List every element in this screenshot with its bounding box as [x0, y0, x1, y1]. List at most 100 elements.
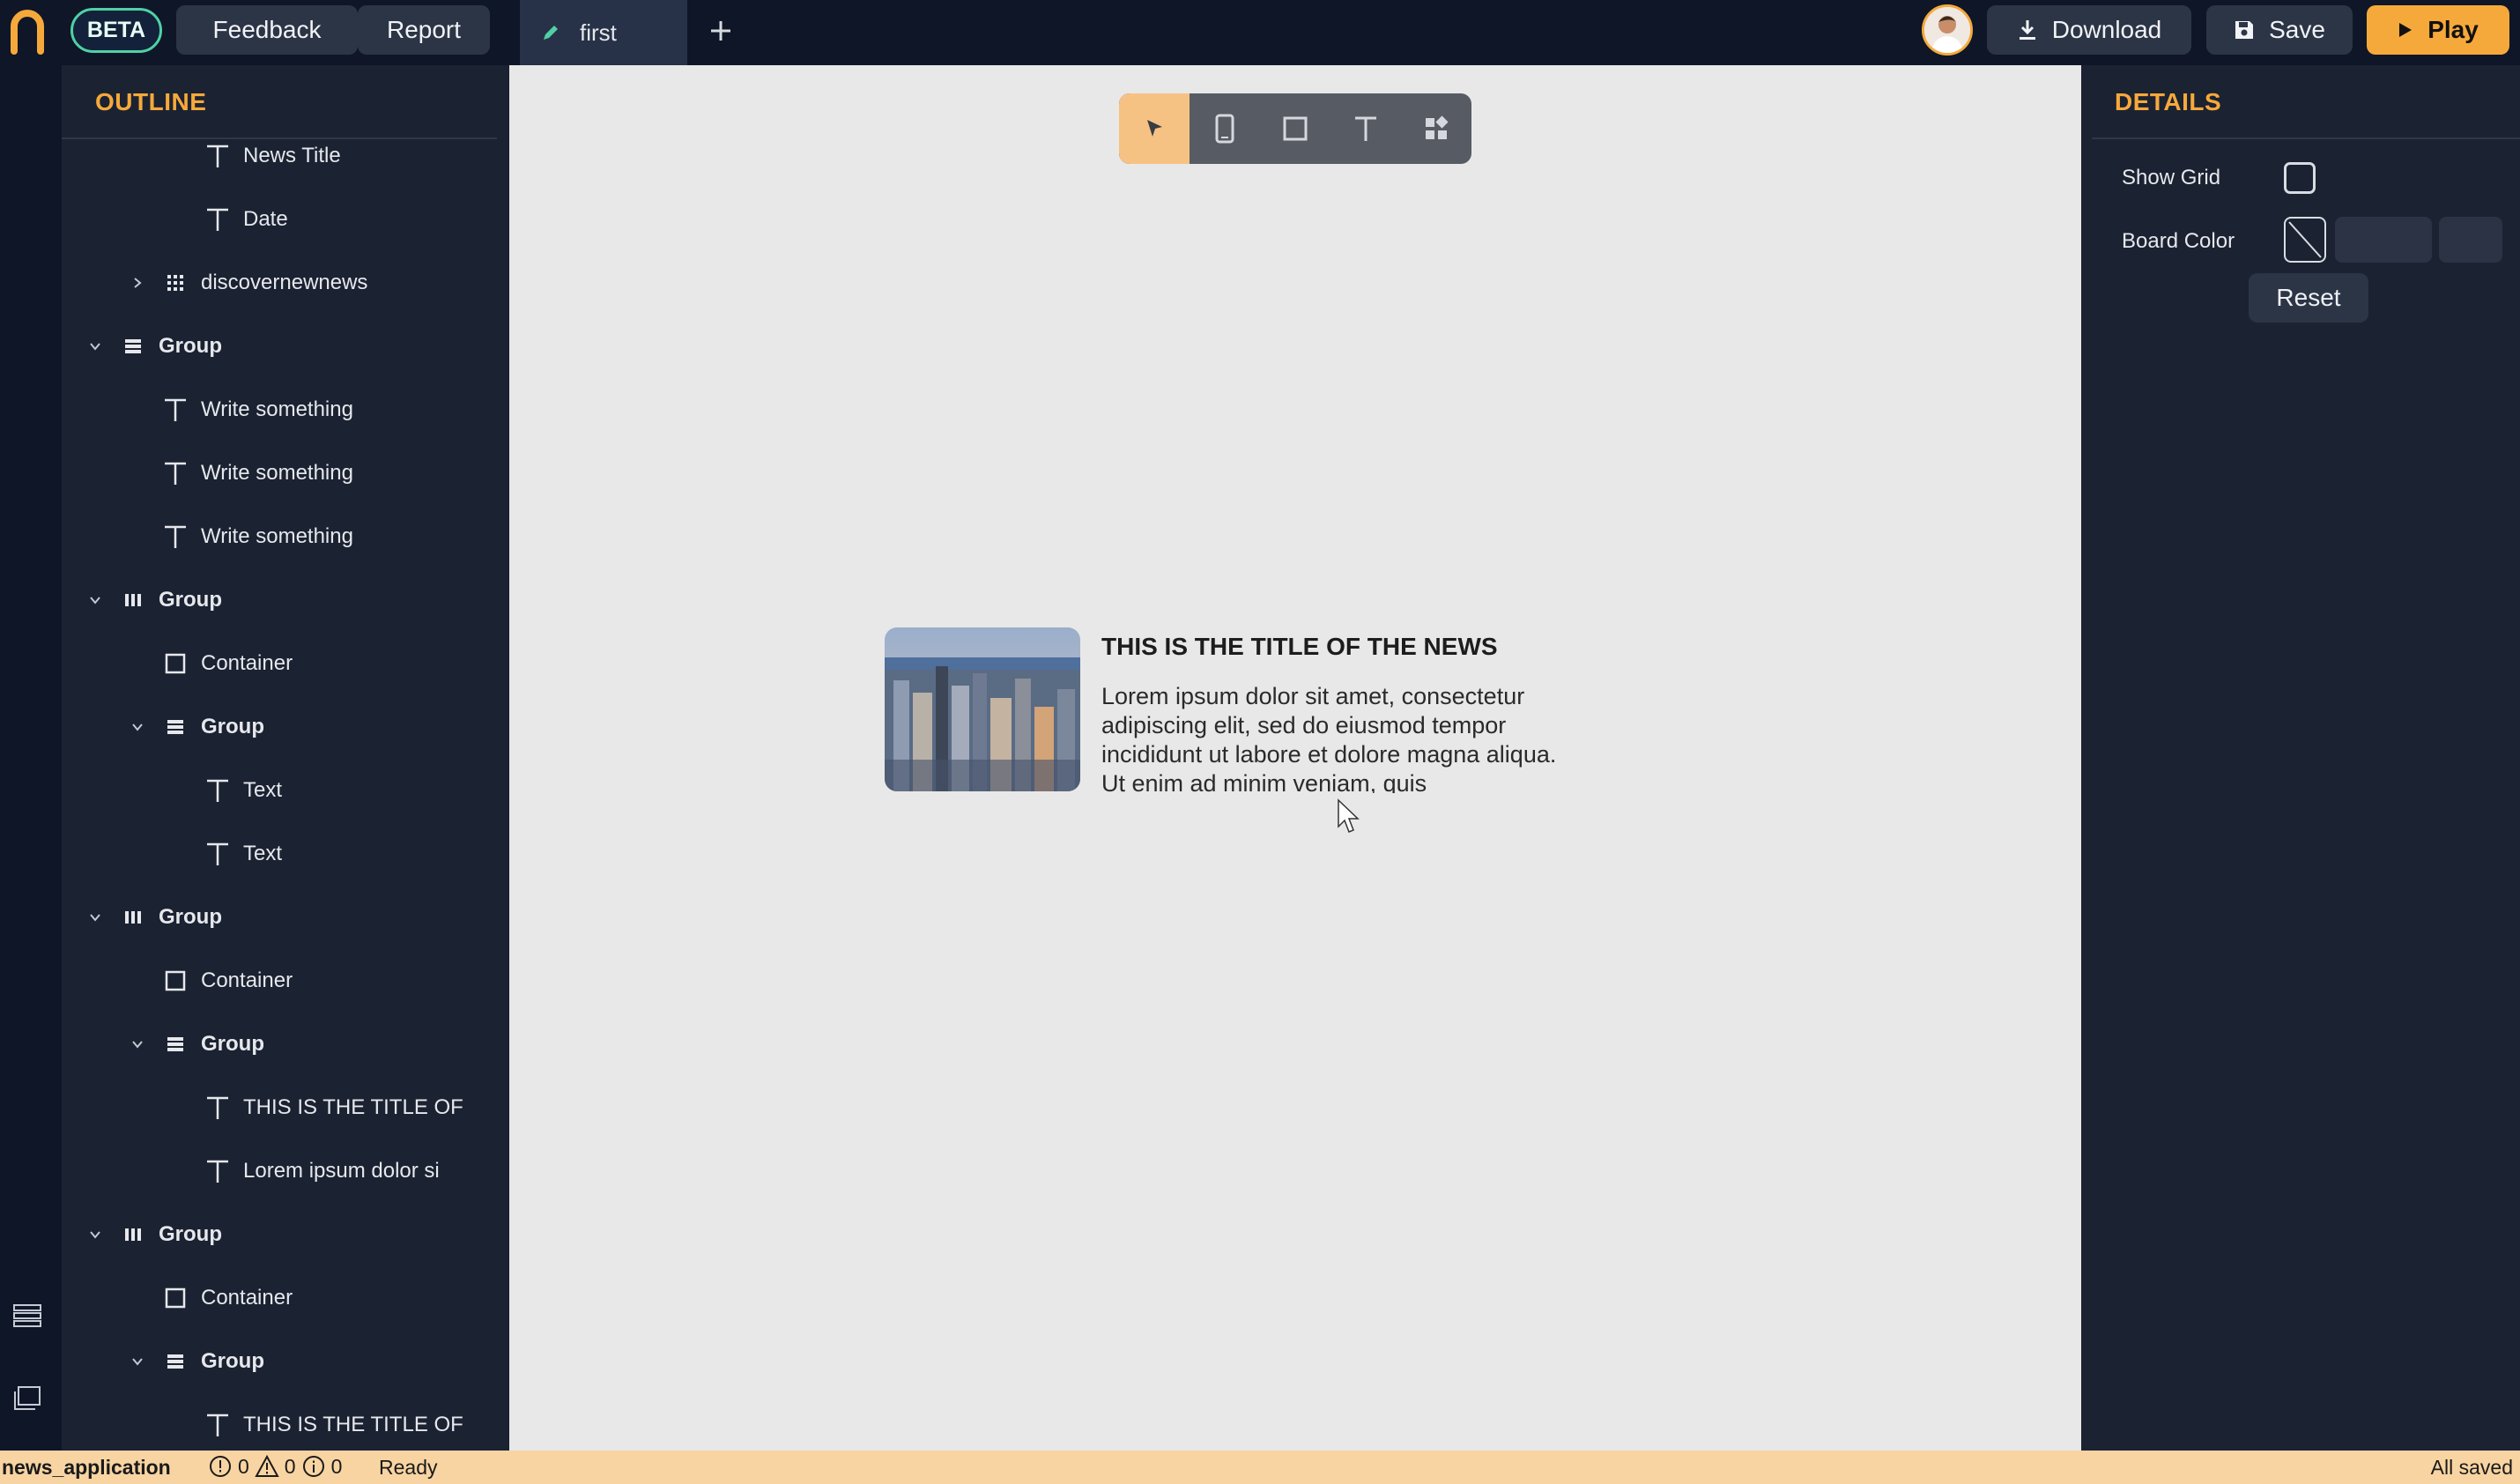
info-count: 0 [330, 1454, 343, 1478]
outline-item-label: News Title [243, 144, 341, 167]
outline-item-text[interactable]: Write something [127, 447, 353, 500]
feedback-button[interactable]: Feedback [176, 5, 358, 55]
chevron-down-icon[interactable] [85, 336, 106, 357]
container-square-icon [160, 1283, 190, 1313]
play-button[interactable]: Play [2367, 5, 2509, 55]
play-icon [2399, 23, 2413, 37]
show-grid-label: Show Grid [2122, 166, 2221, 189]
board-color-swatch[interactable] [2284, 217, 2326, 263]
chevron-down-icon[interactable] [127, 1034, 148, 1055]
save-button[interactable]: Save [2206, 5, 2353, 55]
reset-button[interactable]: Reset [2249, 273, 2368, 323]
error-icon [210, 1456, 231, 1477]
outline-item-text[interactable]: Lorem ipsum dolor si [169, 1145, 440, 1198]
text-t-icon [1355, 116, 1376, 141]
design-canvas[interactable]: THIS IS THE TITLE OF THE NEWS Lorem ipsu… [509, 65, 2081, 1451]
outline-item-text[interactable]: THIS IS THE TITLE OF [169, 1081, 463, 1134]
news-image[interactable] [885, 627, 1080, 791]
show-grid-checkbox[interactable] [2284, 162, 2316, 194]
outline-item-grid[interactable]: discovernewnews [127, 256, 367, 309]
outline-item-container[interactable]: Container [127, 637, 293, 690]
outline-item-text[interactable]: Text [169, 827, 282, 880]
text-tool[interactable] [1330, 93, 1401, 164]
outline-item-row-group[interactable]: Group [85, 1208, 222, 1261]
text-t-icon [160, 522, 190, 552]
details-divider [2092, 137, 2520, 139]
outline-item-label: Group [159, 588, 222, 612]
column-group-icon [160, 1029, 190, 1059]
board-color-hex-input[interactable] [2335, 217, 2432, 263]
details-panel: DETAILS Show Grid Board Color Reset [2081, 65, 2520, 1451]
outline-item-text[interactable]: Write something [127, 510, 353, 563]
outline-item-label: Write something [201, 397, 353, 421]
outline-item-text[interactable]: Write something [127, 383, 353, 436]
outline-item-text[interactable]: THIS IS THE TITLE OF [169, 1399, 463, 1451]
row-group-icon [118, 902, 148, 932]
report-button[interactable]: Report [358, 5, 490, 55]
outline-item-label: Text [243, 842, 283, 865]
components-tool[interactable] [1401, 93, 1471, 164]
plus-icon [711, 21, 730, 41]
container-tool[interactable] [1260, 93, 1330, 164]
chevron-down-icon[interactable] [127, 1351, 148, 1372]
board-color-label: Board Color [2122, 229, 2235, 253]
outline-item-label: discovernewnews [201, 271, 368, 294]
outline-item-column-group[interactable]: Group [127, 1018, 264, 1071]
outline-item-text[interactable]: Date [169, 193, 288, 246]
beta-badge: BETA [70, 8, 162, 53]
outline-item-text[interactable]: Text [169, 764, 282, 817]
outline-item-label: Lorem ipsum dolor si [243, 1159, 440, 1183]
pencil-icon [544, 26, 558, 40]
chevron-down-icon[interactable] [85, 590, 106, 611]
select-tool[interactable] [1119, 93, 1190, 164]
app-logo[interactable] [9, 7, 46, 56]
outline-item-container[interactable]: Container [127, 954, 293, 1007]
outline-item-label: Container [201, 968, 293, 992]
outline-item-container[interactable]: Container [127, 1272, 293, 1324]
add-tab-button[interactable] [705, 9, 737, 53]
outline-item-column-group[interactable]: Group [85, 320, 222, 373]
no-color-icon [2288, 221, 2322, 258]
outline-item-row-group[interactable]: Group [85, 574, 222, 627]
outline-item-row-group[interactable]: Group [85, 891, 222, 944]
column-group-icon [118, 331, 148, 361]
chevron-down-icon[interactable] [127, 716, 148, 738]
outline-item-label: Group [159, 1222, 222, 1246]
device-tool[interactable] [1190, 93, 1260, 164]
tab-label: first [580, 19, 617, 46]
project-name[interactable]: news_application [2, 1456, 171, 1480]
layers-list-icon[interactable] [12, 1301, 42, 1331]
text-t-icon [203, 775, 233, 805]
status-bar: news_application 0 0 0 Ready All saved [0, 1451, 2520, 1484]
details-title: DETAILS [2115, 88, 2222, 115]
text-t-icon [203, 1410, 233, 1440]
outline-item-column-group[interactable]: Group [127, 701, 264, 753]
canvas-toolbar [1119, 93, 1471, 164]
outline-item-label: Group [159, 334, 222, 358]
grid-icon [160, 268, 190, 298]
tab-first[interactable]: first [520, 0, 687, 65]
outline-item-label: Group [201, 1032, 264, 1056]
folder-icon[interactable] [12, 1384, 42, 1414]
download-label: Download [2051, 16, 2162, 43]
outline-item-label: Container [201, 651, 293, 675]
status-text: Ready [379, 1456, 438, 1479]
chevron-down-icon[interactable] [85, 1224, 106, 1245]
news-title-text[interactable]: THIS IS THE TITLE OF THE NEWS [1101, 633, 1560, 661]
chevron-right-icon[interactable] [127, 272, 148, 293]
outline-item-label: Group [201, 715, 264, 738]
outline-item-column-group[interactable]: Group [127, 1335, 264, 1388]
news-body-text[interactable]: Lorem ipsum dolor sit amet, consectetur … [1101, 682, 1577, 793]
chevron-down-icon[interactable] [85, 907, 106, 928]
problem-counts[interactable]: 0 0 0 [208, 1454, 342, 1479]
square-icon [1283, 116, 1308, 141]
outline-item-label: Write something [201, 524, 353, 548]
outline-item-text[interactable]: News Title [169, 130, 341, 182]
download-button[interactable]: Download [1987, 5, 2191, 55]
outline-item-label: THIS IS THE TITLE OF [243, 1413, 463, 1436]
user-avatar[interactable] [1922, 4, 1973, 56]
outline-item-label: Group [201, 1349, 264, 1373]
widgets-icon [1426, 115, 1449, 139]
board-color-opacity-input[interactable] [2439, 217, 2502, 263]
text-t-icon [203, 1093, 233, 1123]
